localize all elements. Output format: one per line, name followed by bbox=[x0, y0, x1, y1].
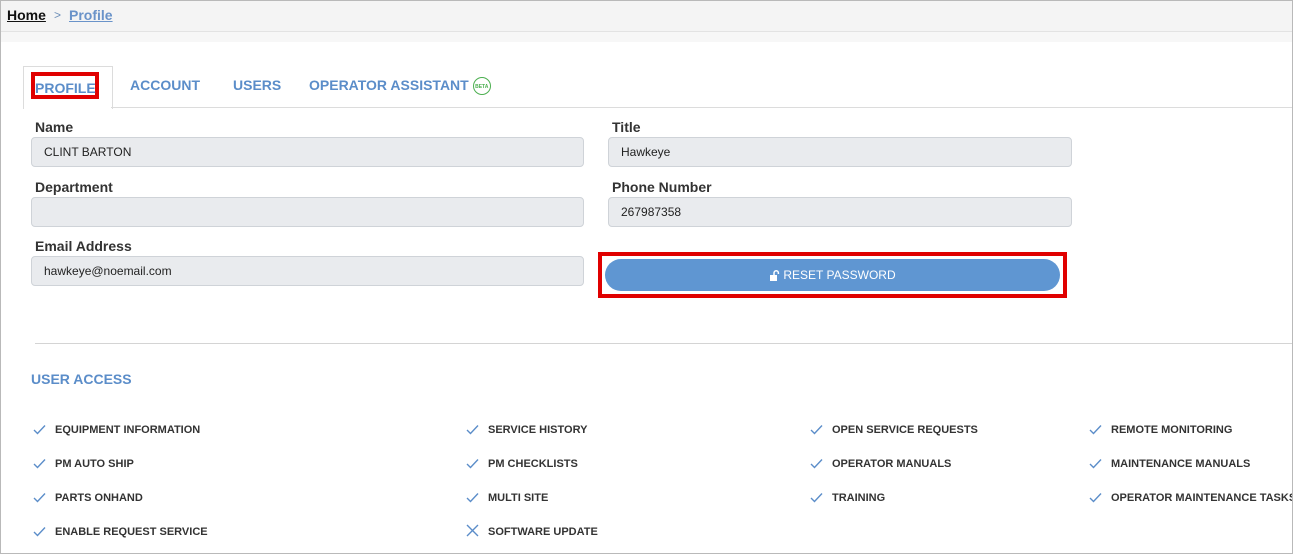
access-item-label: OPERATOR MAINTENANCE TASKS bbox=[1111, 492, 1293, 504]
check-icon bbox=[1089, 456, 1102, 474]
access-item-label: EQUIPMENT INFORMATION bbox=[55, 424, 201, 436]
access-item-label: OPERATOR MANUALS bbox=[832, 458, 952, 470]
tab-account[interactable]: ACCOUNT bbox=[130, 77, 200, 93]
user-access-title: USER ACCESS bbox=[31, 371, 132, 387]
beta-badge: BETA bbox=[472, 77, 491, 96]
department-field[interactable] bbox=[31, 197, 584, 227]
title-label: Title bbox=[612, 119, 641, 135]
app-frame: Home > Profile PROFILE ACCOUNT USERS OPE… bbox=[0, 0, 1293, 554]
phone-label: Phone Number bbox=[612, 179, 712, 195]
cross-icon bbox=[466, 524, 479, 542]
check-icon bbox=[33, 456, 46, 474]
access-item-label: PM AUTO SHIP bbox=[55, 458, 134, 470]
access-item-label: PARTS ONHAND bbox=[55, 492, 143, 504]
tab-operator-assistant[interactable]: OPERATOR ASSISTANT BETA bbox=[309, 77, 491, 96]
access-item-label: SERVICE HISTORY bbox=[488, 424, 588, 436]
tab-profile[interactable]: PROFILE bbox=[23, 66, 113, 109]
access-item-label: ENABLE REQUEST SERVICE bbox=[55, 526, 208, 538]
check-icon bbox=[810, 422, 823, 440]
access-item-label: OPEN SERVICE REQUESTS bbox=[832, 424, 978, 436]
tab-divider bbox=[111, 107, 1292, 108]
header-strip bbox=[1, 32, 1292, 42]
section-divider bbox=[35, 343, 1292, 344]
name-label: Name bbox=[35, 119, 74, 135]
check-icon bbox=[466, 456, 479, 474]
breadcrumb: Home > Profile bbox=[1, 1, 1292, 32]
breadcrumb-separator: > bbox=[54, 8, 62, 22]
check-icon bbox=[33, 490, 46, 508]
email-label: Email Address bbox=[35, 238, 132, 254]
tab-profile-label: PROFILE bbox=[35, 80, 96, 96]
access-item-label: PM CHECKLISTS bbox=[488, 458, 578, 470]
check-icon bbox=[33, 422, 46, 440]
highlight-box-reset: RESET PASSWORD bbox=[598, 252, 1067, 298]
department-label: Department bbox=[35, 179, 113, 195]
check-icon bbox=[1089, 422, 1102, 440]
title-field[interactable]: Hawkeye bbox=[608, 137, 1072, 167]
access-item-label: REMOTE MONITORING bbox=[1111, 424, 1233, 436]
check-icon bbox=[810, 456, 823, 474]
breadcrumb-home-link[interactable]: Home bbox=[7, 7, 46, 23]
access-item-label: SOFTWARE UPDATE bbox=[488, 526, 598, 538]
check-icon bbox=[1089, 490, 1102, 508]
unlock-icon bbox=[770, 270, 780, 282]
check-icon bbox=[810, 490, 823, 508]
reset-password-button[interactable]: RESET PASSWORD bbox=[605, 259, 1060, 291]
tab-users[interactable]: USERS bbox=[233, 77, 281, 93]
check-icon bbox=[466, 490, 479, 508]
access-item-label: MAINTENANCE MANUALS bbox=[1111, 458, 1251, 470]
check-icon bbox=[466, 422, 479, 440]
phone-field[interactable]: 267987358 bbox=[608, 197, 1072, 227]
access-item-label: MULTI SITE bbox=[488, 492, 549, 504]
name-field[interactable]: CLINT BARTON bbox=[31, 137, 584, 167]
highlight-box-profile: PROFILE bbox=[31, 72, 99, 99]
breadcrumb-profile-link[interactable]: Profile bbox=[69, 7, 113, 23]
check-icon bbox=[33, 524, 46, 542]
access-item-label: TRAINING bbox=[832, 492, 886, 504]
reset-password-label: RESET PASSWORD bbox=[783, 268, 896, 282]
tab-operator-assistant-label: OPERATOR ASSISTANT bbox=[309, 77, 469, 93]
email-field[interactable]: hawkeye@noemail.com bbox=[31, 256, 584, 286]
